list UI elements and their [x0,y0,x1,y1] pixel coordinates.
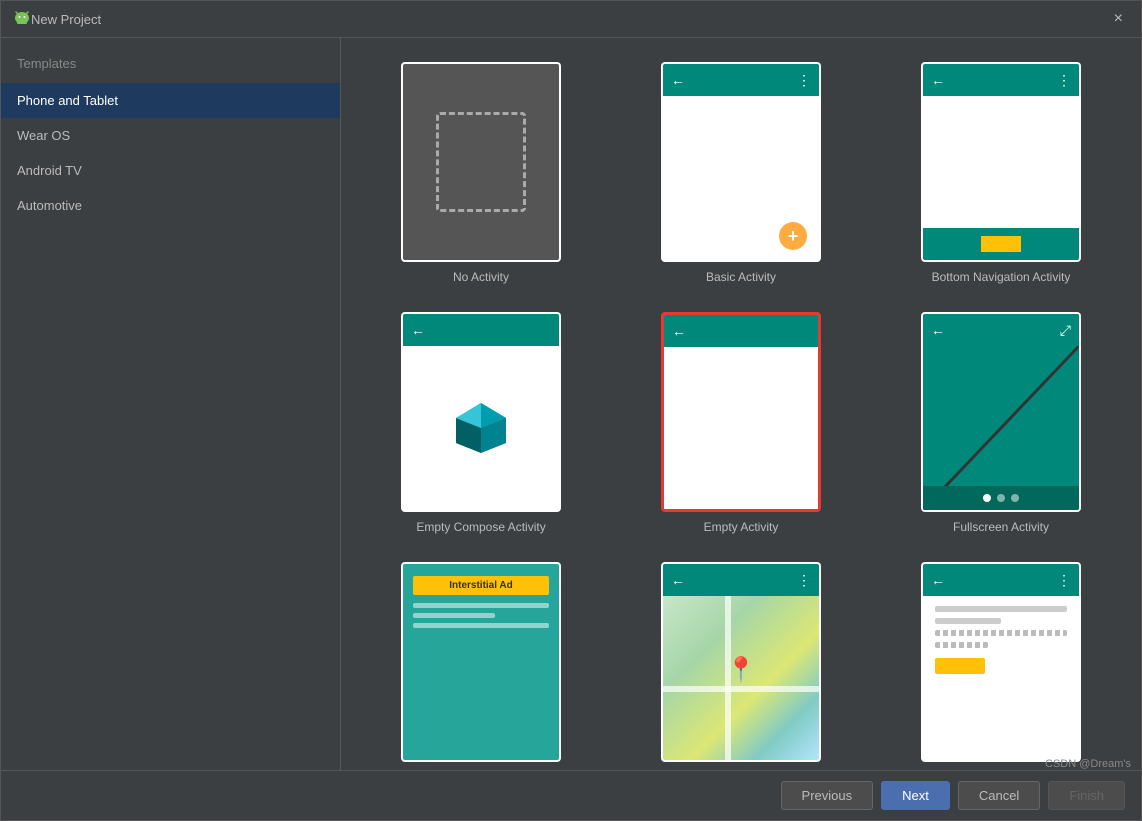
empty-compose-label: Empty Compose Activity [416,520,545,534]
template-empty-compose[interactable]: ← [361,308,601,538]
template-settings[interactable]: ← ⋮ Settings Activit [881,558,1121,770]
fullscreen-back-icon: ← [931,322,945,338]
template-bottom-nav[interactable]: ← ⋮ Bottom Navigation Activity [881,58,1121,288]
dot-indicator [983,494,991,502]
finish-button: Finish [1048,781,1125,810]
template-interstitial-ad[interactable]: Interstitial Ad Interstitial Ad [361,558,601,770]
dashed-placeholder [436,112,526,212]
empty-activity-label: Empty Activity [704,520,779,534]
watermark-text: CSDN @Dream's [1045,758,1131,770]
menu-dots-icon4: ⋮ [797,572,811,589]
interstitial-ad-preview: Interstitial Ad [401,562,561,762]
no-activity-preview [401,62,561,262]
dot-indicator [1011,494,1019,502]
back-arrow-icon2: ← [931,72,945,88]
content-area: Templates Phone and Tablet Wear OS Andro… [1,38,1141,770]
map-pin-icon: 📍 [726,655,756,684]
compose-back-icon: ← [411,322,425,338]
sidebar-header: Templates [1,48,340,83]
dialog-footer: Previous Next Cancel Finish [1,770,1141,820]
template-basic-activity[interactable]: ← ⋮ + Basic Activity [621,58,861,288]
sidebar: Templates Phone and Tablet Wear OS Andro… [1,38,341,770]
sidebar-item-phone-tablet[interactable]: Phone and Tablet [1,83,340,118]
template-google-maps[interactable]: ← ⋮ 📍 Google M [621,558,861,770]
new-project-dialog: New Project × Templates Phone and Tablet… [0,0,1142,821]
interstitial-line [413,613,495,618]
template-fullscreen[interactable]: ← ⤢ [881,308,1121,538]
menu-dots-icon5: ⋮ [1057,572,1071,589]
empty-activity-preview: ← [661,312,821,512]
fullscreen-expand-icon: ⤢ [1060,322,1071,339]
title-bar: New Project × [1,1,1141,38]
interstitial-line [413,623,549,628]
map-road-h [663,686,819,692]
menu-dots-icon: ⋮ [797,72,811,89]
template-empty-activity[interactable]: ← Empty Activity [621,308,861,538]
fab-icon: + [779,222,807,250]
settings-yellow-button [935,658,985,674]
interstitial-line [413,603,549,608]
sidebar-item-android-tv[interactable]: Android TV [1,153,340,188]
basic-activity-preview: ← ⋮ + [661,62,821,262]
back-arrow-icon: ← [671,72,685,88]
sidebar-item-wear-os[interactable]: Wear OS [1,118,340,153]
dot-indicator [997,494,1005,502]
back-arrow-icon3: ← [672,323,686,339]
settings-dots-line [935,630,1067,636]
previous-button[interactable]: Previous [781,781,874,810]
back-arrow-icon5: ← [931,572,945,588]
settings-line [935,606,1067,612]
interstitial-ad-button: Interstitial Ad [413,576,549,595]
template-no-activity[interactable]: No Activity [361,58,601,288]
bottom-nav-preview: ← ⋮ [921,62,1081,262]
back-arrow-icon4: ← [671,572,685,588]
android-icon [13,10,31,28]
settings-dots-line [935,642,988,648]
google-maps-preview: ← ⋮ 📍 [661,562,821,762]
settings-line [935,618,1001,624]
dialog-title: New Project [31,12,1108,27]
settings-preview: ← ⋮ [921,562,1081,762]
templates-grid-area: No Activity ← ⋮ + [341,38,1141,770]
compose-logo-icon [451,398,511,458]
close-button[interactable]: × [1108,9,1129,29]
fullscreen-label: Fullscreen Activity [953,520,1049,534]
sidebar-item-automotive[interactable]: Automotive [1,188,340,223]
empty-compose-preview: ← [401,312,561,512]
fullscreen-preview: ← ⤢ [921,312,1081,512]
cancel-button[interactable]: Cancel [958,781,1040,810]
bottom-nav-label: Bottom Navigation Activity [932,270,1071,284]
no-activity-label: No Activity [453,270,509,284]
templates-grid: No Activity ← ⋮ + [361,58,1121,770]
bottom-nav-item [981,236,1021,252]
menu-dots-icon2: ⋮ [1057,72,1071,89]
basic-activity-label: Basic Activity [706,270,776,284]
next-button[interactable]: Next [881,781,950,810]
